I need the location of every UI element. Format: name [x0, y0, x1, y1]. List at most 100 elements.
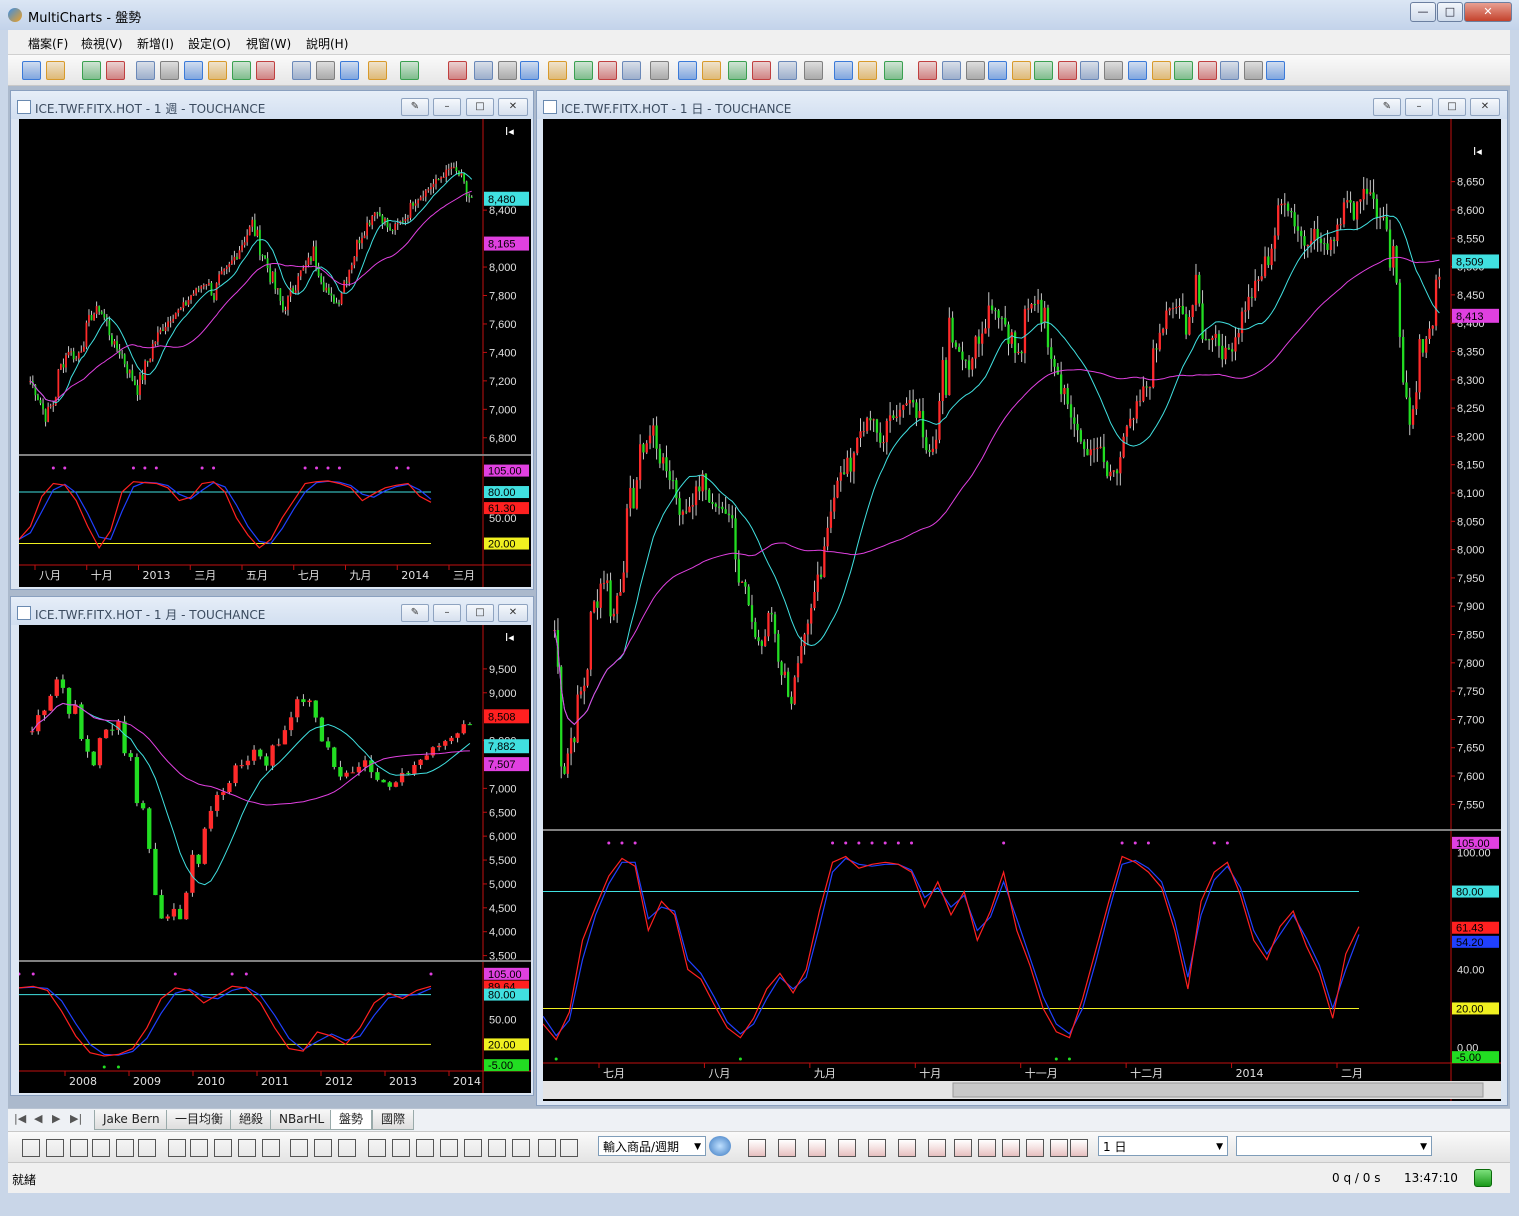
- drawing-tool-icon[interactable]: [416, 1139, 434, 1157]
- drawing-tool-icon[interactable]: [868, 1139, 886, 1157]
- tab-next-icon[interactable]: ▶: [52, 1112, 60, 1125]
- drawing-tool-icon[interactable]: [168, 1139, 186, 1157]
- minimize-icon[interactable]: —: [1410, 2, 1436, 22]
- chart-monthly[interactable]: 9,5009,0008,0007,0006,5006,0005,5005,000…: [19, 625, 531, 1093]
- close-icon[interactable]: ✕: [498, 604, 528, 622]
- print-icon[interactable]: [1244, 61, 1263, 80]
- cursor-icon[interactable]: [368, 61, 387, 80]
- drawing-tool-icon[interactable]: [22, 1139, 40, 1157]
- maximize-icon[interactable]: □: [1438, 98, 1466, 116]
- drawing-tool-icon[interactable]: [368, 1139, 386, 1157]
- open-icon[interactable]: [1198, 61, 1217, 80]
- menu-help[interactable]: 說明(H): [306, 35, 348, 52]
- format-icon[interactable]: ✎: [1373, 98, 1401, 116]
- refresh-icon[interactable]: [709, 1136, 731, 1156]
- drawing-tool-icon[interactable]: [238, 1139, 256, 1157]
- zoom-in-icon[interactable]: [520, 61, 539, 80]
- zoom-out-icon[interactable]: [548, 61, 567, 80]
- hand-icon[interactable]: [598, 61, 617, 80]
- tab-first-icon[interactable]: |◀: [14, 1112, 26, 1125]
- tab-jake-bern[interactable]: Jake Bern: [94, 1110, 169, 1130]
- strategy-icon[interactable]: [942, 61, 961, 80]
- window-icon[interactable]: [778, 61, 797, 80]
- drawing-tool-icon[interactable]: [838, 1139, 856, 1157]
- window-icon[interactable]: [136, 61, 155, 80]
- menu-window[interactable]: 視窗(W): [246, 35, 291, 52]
- tab-jueshai[interactable]: 絕殺: [230, 1110, 273, 1130]
- maximize-icon[interactable]: □: [1437, 2, 1463, 22]
- candle-icon[interactable]: [474, 61, 493, 80]
- drawing-tool-icon[interactable]: [808, 1139, 826, 1157]
- menu-settings[interactable]: 設定(O): [188, 35, 231, 52]
- new-chart-icon[interactable]: [622, 61, 641, 80]
- drawing-tool-icon[interactable]: [116, 1139, 134, 1157]
- indicator-icon[interactable]: [884, 61, 903, 80]
- zoom-in-icon[interactable]: [1080, 61, 1099, 80]
- window-icon[interactable]: [834, 61, 853, 80]
- save-icon[interactable]: [1220, 61, 1239, 80]
- print-icon[interactable]: [106, 61, 125, 80]
- format-icon[interactable]: ✎: [401, 98, 429, 116]
- drawing-tool-icon[interactable]: [214, 1139, 232, 1157]
- scroll-icon[interactable]: [574, 61, 593, 80]
- signal-icon[interactable]: [918, 61, 937, 80]
- save-icon[interactable]: [82, 61, 101, 80]
- strategy-icon[interactable]: [340, 61, 359, 80]
- minimize-icon[interactable]: –: [433, 98, 461, 116]
- interval-combo[interactable]: 1 日 ▼: [1098, 1136, 1228, 1156]
- drawing-tool-icon[interactable]: [488, 1139, 506, 1157]
- drawing-tool-icon[interactable]: [392, 1139, 410, 1157]
- drawing-tool-icon[interactable]: [138, 1139, 156, 1157]
- maximize-icon[interactable]: □: [466, 604, 494, 622]
- drawing-tool-icon[interactable]: [464, 1139, 482, 1157]
- format-icon[interactable]: ✎: [401, 604, 429, 622]
- search-combo[interactable]: ▼: [1236, 1136, 1432, 1156]
- drawing-tool-icon[interactable]: [314, 1139, 332, 1157]
- cursor-icon[interactable]: [966, 61, 985, 80]
- minimize-icon[interactable]: –: [1405, 98, 1433, 116]
- chart-window-weekly[interactable]: ICE.TWF.FITX.HOT - 1 週 - TOUCHANCE ✎ – □…: [10, 90, 534, 590]
- scrollbar-thumb[interactable]: [952, 1082, 1484, 1098]
- minimize-icon[interactable]: –: [433, 604, 461, 622]
- candle-icon[interactable]: [1034, 61, 1053, 80]
- chart-window-title-bar[interactable]: ICE.TWF.FITX.HOT - 1 週 - TOUCHANCE ✎ – □…: [11, 91, 533, 119]
- bar-icon[interactable]: [1012, 61, 1031, 80]
- window-icon[interactable]: [858, 61, 877, 80]
- drawing-tool-icon[interactable]: [338, 1139, 356, 1157]
- crosshair-icon[interactable]: [400, 61, 419, 80]
- drawing-tool-icon[interactable]: [70, 1139, 88, 1157]
- drawing-tool-icon[interactable]: [978, 1139, 996, 1157]
- drawing-tool-icon[interactable]: [928, 1139, 946, 1157]
- drawing-tool-icon[interactable]: [190, 1139, 208, 1157]
- close-icon[interactable]: ✕: [498, 98, 528, 116]
- crosshair-icon[interactable]: [988, 61, 1007, 80]
- indicator-icon[interactable]: [292, 61, 311, 80]
- open-icon[interactable]: [46, 61, 65, 80]
- maximize-icon[interactable]: □: [466, 98, 494, 116]
- drawing-tool-icon[interactable]: [290, 1139, 308, 1157]
- drawing-tool-icon[interactable]: [898, 1139, 916, 1157]
- chart-window-daily[interactable]: ICE.TWF.FITX.HOT - 1 日 - TOUCHANCE ✎ – □…: [536, 90, 1508, 1106]
- tab-prev-icon[interactable]: ◀: [34, 1112, 42, 1125]
- window-icon[interactable]: [256, 61, 275, 80]
- drawing-tool-icon[interactable]: [1026, 1139, 1044, 1157]
- chart-daily[interactable]: 8,6508,6008,5508,5008,4508,4008,3508,300…: [543, 119, 1501, 1101]
- print-icon[interactable]: [702, 61, 721, 80]
- new-chart-icon[interactable]: [1174, 61, 1193, 80]
- window-icon[interactable]: [728, 61, 747, 80]
- menu-insert[interactable]: 新增(I): [137, 35, 174, 52]
- drawing-tool-icon[interactable]: [1050, 1139, 1068, 1157]
- drawing-tool-icon[interactable]: [92, 1139, 110, 1157]
- signal-icon[interactable]: [316, 61, 335, 80]
- window-icon[interactable]: [752, 61, 771, 80]
- chart-window-monthly[interactable]: ICE.TWF.FITX.HOT - 1 月 - TOUCHANCE ✎ – □…: [10, 596, 534, 1096]
- drawing-tool-icon[interactable]: [778, 1139, 796, 1157]
- window-icon[interactable]: [208, 61, 227, 80]
- drawing-tool-icon[interactable]: [440, 1139, 458, 1157]
- open-icon[interactable]: [650, 61, 669, 80]
- window-icon[interactable]: [232, 61, 251, 80]
- drawing-tool-icon[interactable]: [748, 1139, 766, 1157]
- save-icon[interactable]: [678, 61, 697, 80]
- tab-international[interactable]: 國際: [372, 1110, 415, 1130]
- drawing-tool-icon[interactable]: [1070, 1139, 1088, 1157]
